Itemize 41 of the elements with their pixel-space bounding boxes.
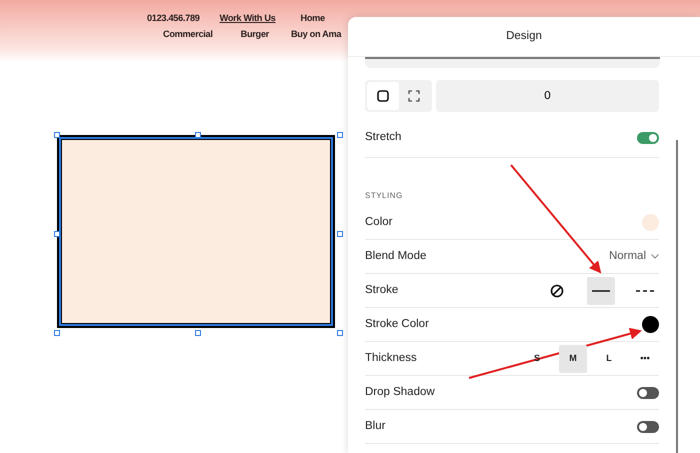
row-label: Stretch <box>365 130 402 145</box>
toggle-switch[interactable] <box>637 420 659 432</box>
dropdown[interactable]: Normal <box>608 248 659 266</box>
chevron-icon <box>651 254 659 259</box>
row-label: Color <box>365 214 394 230</box>
resize-handle[interactable] <box>195 330 201 336</box>
thickness-option[interactable]: ••• <box>631 344 659 372</box>
corners-icon[interactable] <box>408 90 420 102</box>
row-label: Stroke <box>365 282 400 298</box>
nav-link[interactable]: 0123.456.789 <box>147 10 200 26</box>
section-heading: STYLING <box>365 190 403 202</box>
thickness-option[interactable]: L <box>595 344 623 372</box>
scrollbar[interactable] <box>676 140 678 453</box>
square-icon[interactable] <box>376 90 389 102</box>
nav-link[interactable]: Buy on Ama <box>290 26 342 42</box>
color-swatch[interactable] <box>642 214 659 231</box>
corner-mode-toggle[interactable] <box>365 80 432 112</box>
row-label: Stroke Color <box>365 316 430 332</box>
row-label: Blur <box>365 418 386 434</box>
none-icon[interactable] <box>550 284 564 298</box>
resize-handle[interactable] <box>54 230 60 236</box>
toggle-switch[interactable] <box>637 132 659 144</box>
row-label: Thickness <box>365 350 418 366</box>
row-label: Drop Shadow <box>365 384 436 400</box>
radius-input[interactable]: 0 <box>436 80 659 112</box>
nav-link[interactable]: Commercial <box>163 26 213 42</box>
toggle-switch[interactable] <box>637 386 659 398</box>
thickness-option[interactable]: M <box>559 344 587 372</box>
resize-handle[interactable] <box>336 330 342 336</box>
resize-handle[interactable] <box>54 330 60 336</box>
nav-link[interactable]: Burger <box>240 26 269 42</box>
rectangle-shape[interactable] <box>57 135 335 328</box>
row-label: Blend Mode <box>365 248 428 264</box>
resize-handle[interactable] <box>195 132 201 138</box>
panel-title: Design <box>506 28 542 44</box>
resize-handle[interactable] <box>336 132 342 138</box>
nav-link[interactable]: Home <box>300 10 325 26</box>
nav-link[interactable]: Work With Us <box>220 10 276 26</box>
resize-handle[interactable] <box>54 132 60 138</box>
color-swatch[interactable] <box>642 316 659 333</box>
resize-handle[interactable] <box>336 230 342 236</box>
